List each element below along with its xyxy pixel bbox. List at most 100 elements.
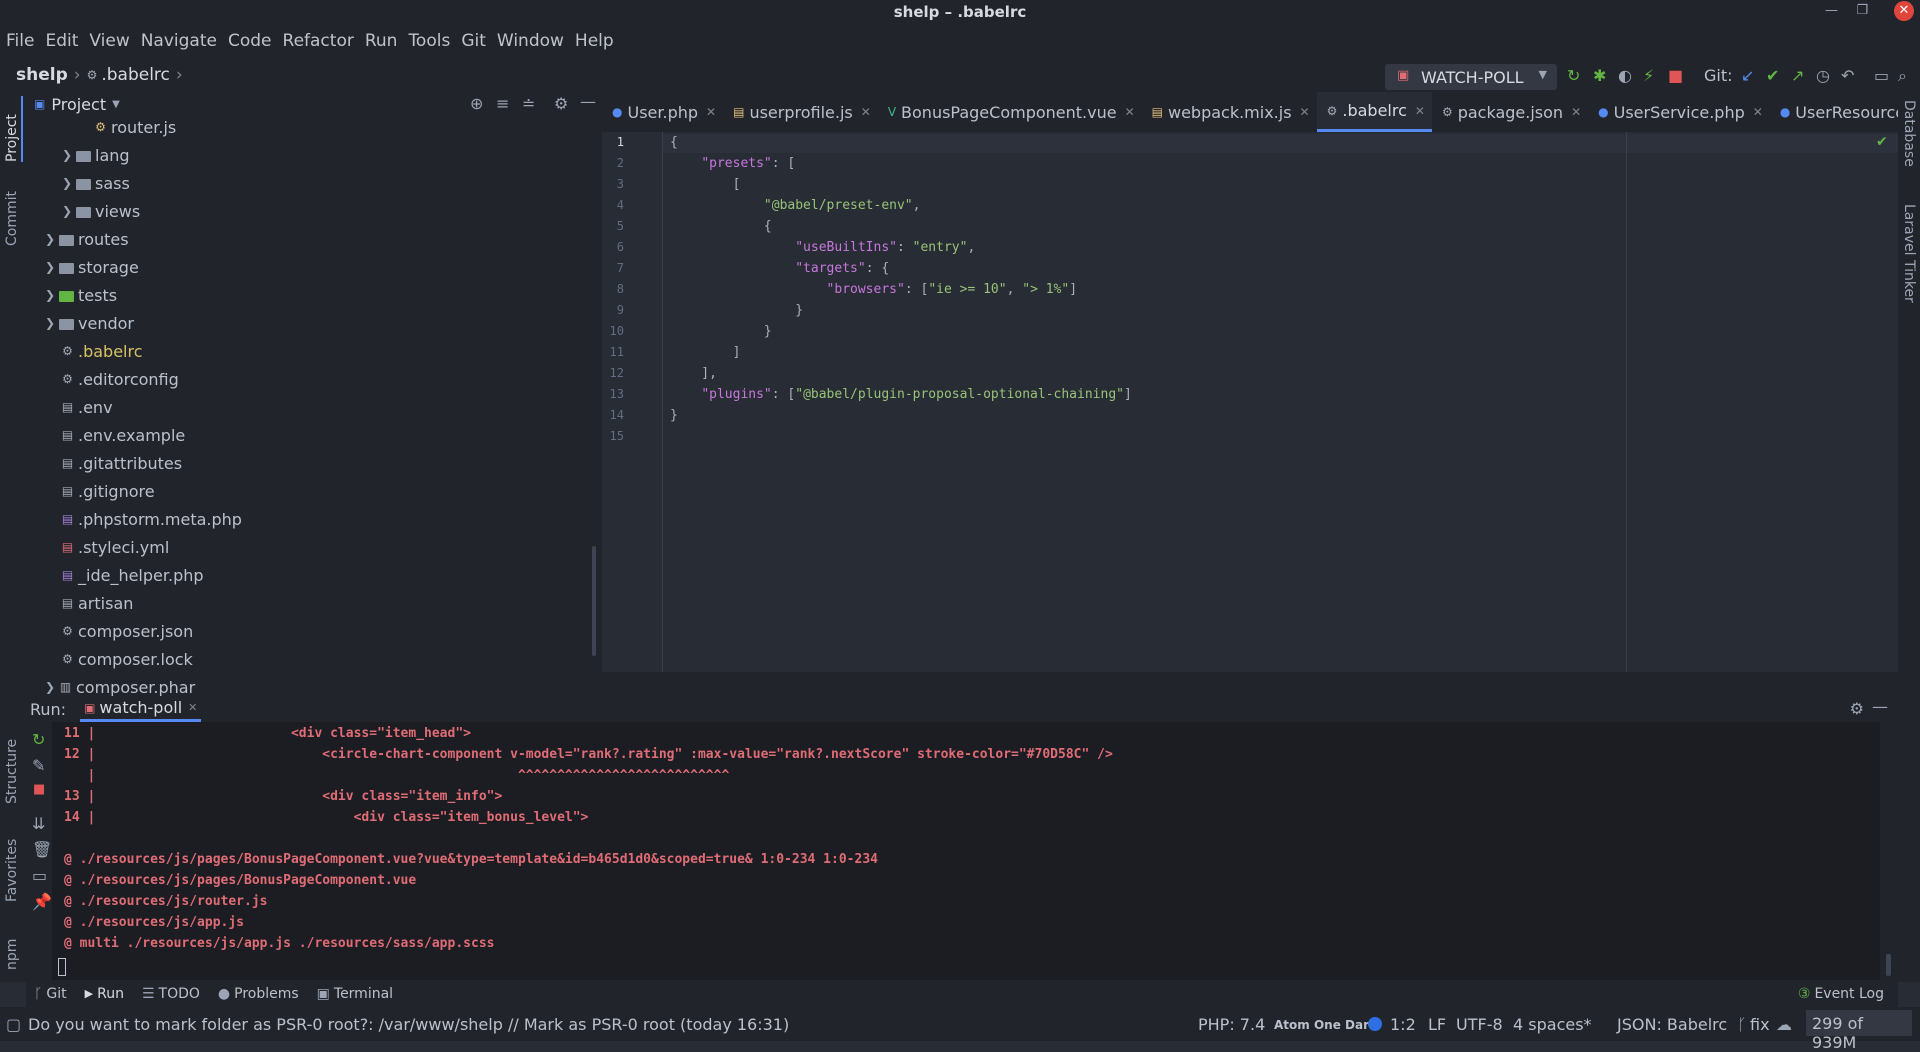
- git-rollback-icon[interactable]: ↶: [1841, 66, 1854, 85]
- tab-userservice-php[interactable]: ● UserService.php ✕: [1588, 92, 1770, 132]
- chevron-right-icon[interactable]: ❯: [45, 260, 59, 274]
- close-icon[interactable]: ✕: [1300, 105, 1310, 119]
- file-encoding[interactable]: UTF-8: [1456, 1015, 1503, 1034]
- terminal-tool-tab[interactable]: ▣ Terminal: [317, 986, 393, 1002]
- coverage-icon[interactable]: ◐: [1618, 66, 1632, 85]
- status-message[interactable]: Do you want to mark folder as PSR-0 root…: [28, 1015, 789, 1034]
- tree-item[interactable]: ▤ .styleci.yml: [61, 533, 169, 561]
- code-line[interactable]: }: [670, 324, 772, 339]
- debug-icon[interactable]: ✱: [1593, 66, 1606, 85]
- breadcrumb-file[interactable]: .babelrc: [101, 65, 170, 85]
- git-push-icon[interactable]: ↗: [1791, 66, 1804, 85]
- tree-scrollbar[interactable]: [592, 546, 596, 656]
- code-line[interactable]: "targets": {: [670, 261, 889, 276]
- menu-tools[interactable]: Tools: [408, 31, 450, 51]
- inspection-ok-icon[interactable]: ✔: [1876, 134, 1888, 150]
- code-line[interactable]: [: [670, 177, 741, 192]
- pin-icon[interactable]: 📌: [32, 892, 52, 911]
- tree-item[interactable]: ▤ .env.example: [61, 421, 185, 449]
- tree-item[interactable]: ❯ tests: [45, 281, 117, 309]
- locate-icon[interactable]: ⊕: [470, 94, 483, 113]
- code-line[interactable]: }: [670, 408, 678, 423]
- caret-position[interactable]: 1:2: [1390, 1015, 1416, 1034]
- code-line[interactable]: "browsers": ["ie >= 10", "> 1%"]: [670, 282, 1078, 297]
- menu-navigate[interactable]: Navigate: [141, 31, 217, 51]
- menu-git[interactable]: Git: [461, 31, 486, 51]
- close-icon[interactable]: ✕: [1571, 105, 1581, 119]
- expand-all-icon[interactable]: ≡: [496, 94, 509, 113]
- event-log-tool-tab[interactable]: ③ Event Log: [1798, 986, 1884, 1002]
- code-line[interactable]: "plugins": ["@babel/plugin-proposal-opti…: [670, 387, 1132, 402]
- database-tool-button[interactable]: Database: [1901, 100, 1917, 190]
- code-line[interactable]: ],: [670, 366, 717, 381]
- tree-item[interactable]: ⚙ composer.json: [61, 617, 193, 645]
- console-scrollbar[interactable]: [1880, 722, 1898, 980]
- code-editor[interactable]: [662, 132, 1898, 672]
- chevron-right-icon[interactable]: ❯: [45, 232, 59, 246]
- run-tool-tab[interactable]: ▶ Run: [85, 986, 124, 1002]
- git-commit-icon[interactable]: ✔: [1766, 66, 1779, 85]
- layout-icon[interactable]: ▭: [1874, 66, 1889, 85]
- tree-item[interactable]: ❯ lang: [62, 141, 130, 169]
- code-line[interactable]: }: [670, 303, 803, 318]
- menu-edit[interactable]: Edit: [45, 31, 78, 51]
- indent-setting[interactable]: 4 spaces*: [1513, 1015, 1592, 1034]
- scroll-to-end-icon[interactable]: ⇊: [32, 814, 45, 833]
- stop-icon[interactable]: ■: [33, 782, 45, 797]
- tree-item[interactable]: ⚙ router.js: [94, 116, 176, 141]
- tree-item[interactable]: ▤ .gitignore: [61, 477, 155, 505]
- structure-tool-button[interactable]: Structure: [4, 728, 20, 804]
- tab-userresource-php[interactable]: ●UserResource.p▾: [1770, 92, 1898, 132]
- todo-tool-tab[interactable]: ☰ TODO: [142, 986, 200, 1002]
- chevron-right-icon[interactable]: ❯: [62, 176, 76, 190]
- npm-tool-button[interactable]: npm: [4, 920, 20, 970]
- tree-item[interactable]: ❯ routes: [45, 225, 129, 253]
- tree-item[interactable]: ❯ sass: [62, 169, 130, 197]
- menu-help[interactable]: Help: [575, 31, 614, 51]
- line-separator[interactable]: LF: [1428, 1015, 1446, 1034]
- tree-item[interactable]: ▤ artisan: [61, 589, 134, 617]
- tree-item[interactable]: ▤ .phpstorm.meta.php: [61, 505, 242, 533]
- notifications-icon[interactable]: ☁: [1776, 1015, 1792, 1034]
- chevron-down-icon[interactable]: ▼: [112, 99, 120, 110]
- laravel-tinker-tool-button[interactable]: Laravel Tinker: [1901, 204, 1917, 334]
- php-level[interactable]: PHP: 7.4: [1198, 1015, 1265, 1034]
- maximize-icon[interactable]: ❐: [1856, 3, 1868, 18]
- run-tab-watch-poll[interactable]: ▣ watch-poll ✕: [80, 696, 202, 722]
- gear-icon[interactable]: ⚙: [1850, 699, 1864, 718]
- favorites-tool-button[interactable]: Favorites: [4, 826, 20, 902]
- menu-file[interactable]: File: [6, 31, 34, 51]
- tree-item[interactable]: ▤ .gitattributes: [61, 449, 182, 477]
- tree-item[interactable]: ⚙ composer.lock: [61, 645, 193, 673]
- layout-icon[interactable]: ▭: [32, 866, 47, 885]
- wrench-icon[interactable]: ✎: [32, 756, 45, 775]
- code-line[interactable]: {: [670, 135, 678, 150]
- chevron-right-icon[interactable]: ❯: [62, 148, 76, 162]
- rerun-icon[interactable]: ↻: [32, 730, 45, 749]
- collapse-all-icon[interactable]: ≐: [522, 94, 535, 113]
- menu-refactor[interactable]: Refactor: [283, 31, 354, 51]
- code-line[interactable]: ]: [670, 345, 741, 360]
- run-config-select[interactable]: ▣ WATCH-POLL ▼: [1385, 64, 1557, 90]
- gear-icon[interactable]: ⚙: [554, 94, 568, 113]
- chevron-right-icon[interactable]: ❯: [62, 204, 76, 218]
- minimize-icon[interactable]: —: [1825, 3, 1838, 18]
- close-icon[interactable]: ✕: [188, 701, 197, 714]
- menu-window[interactable]: Window: [497, 31, 564, 51]
- scroll-thumb[interactable]: [1886, 954, 1891, 976]
- project-panel-title[interactable]: Project: [51, 95, 106, 114]
- tab-webpack-mix-js[interactable]: ▤ webpack.mix.js ✕: [1142, 92, 1317, 132]
- code-line[interactable]: "presets": [: [670, 156, 795, 171]
- toggle-panels-icon[interactable]: ▢: [6, 1015, 21, 1034]
- commit-tool-button[interactable]: Commit: [4, 180, 20, 246]
- menu-view[interactable]: View: [89, 31, 129, 51]
- problems-tool-tab[interactable]: ● Problems: [218, 986, 299, 1002]
- tree-item[interactable]: ❯ ▥ composer.phar: [45, 673, 195, 697]
- hide-panel-icon[interactable]: —: [1872, 697, 1888, 716]
- chevron-right-icon[interactable]: ❯: [45, 288, 59, 302]
- search-icon[interactable]: ⌕: [1898, 66, 1907, 86]
- close-icon[interactable]: ✕: [1125, 105, 1135, 119]
- hide-panel-icon[interactable]: —: [580, 92, 596, 111]
- close-icon[interactable]: ✕: [706, 105, 716, 119]
- json-schema[interactable]: JSON: Babelrc: [1617, 1015, 1727, 1034]
